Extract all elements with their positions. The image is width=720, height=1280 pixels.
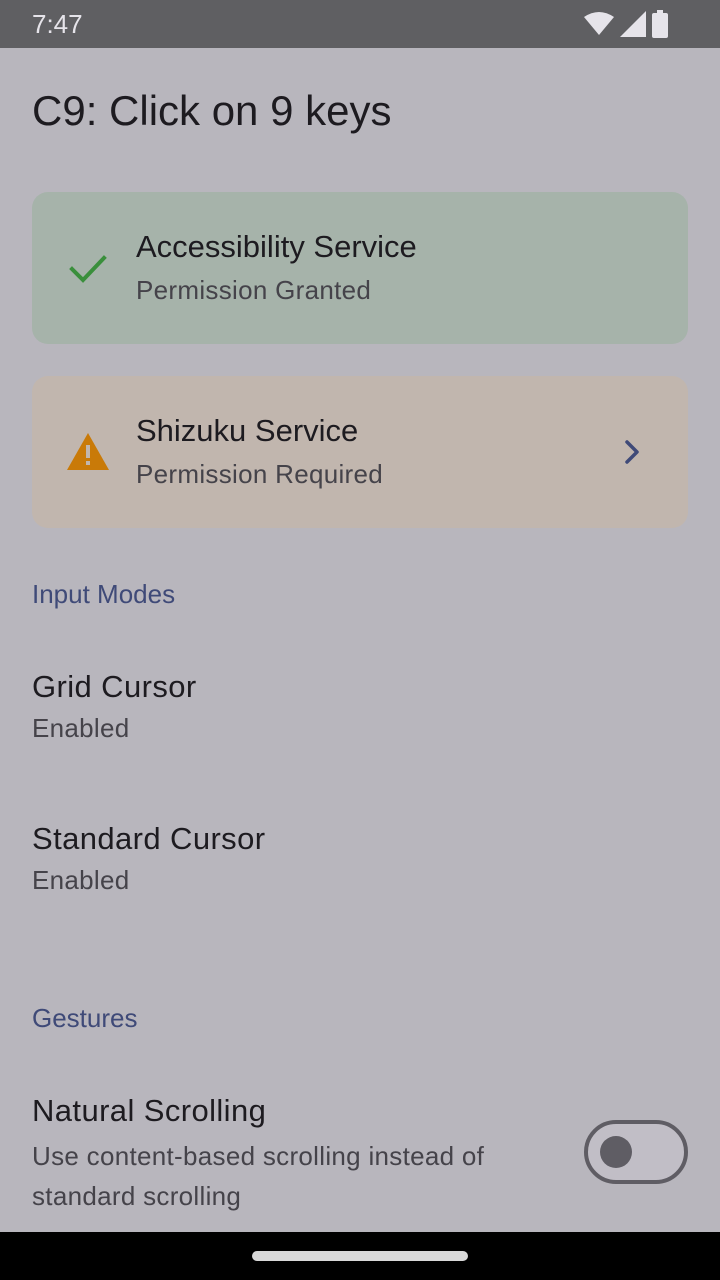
cellular-signal-icon	[620, 11, 646, 37]
shizuku-service-card[interactable]: Shizuku Service Permission Required	[32, 376, 688, 528]
home-gesture-handle[interactable]	[252, 1251, 468, 1261]
accessibility-service-card[interactable]: Accessibility Service Permission Granted	[32, 192, 688, 344]
wifi-icon	[584, 12, 614, 35]
chevron-right-icon[interactable]	[616, 436, 648, 468]
shizuku-service-title: Shizuku Service	[136, 413, 359, 448]
status-icons	[584, 10, 668, 38]
setting-subtitle: Enabled	[32, 865, 130, 895]
natural-scrolling-toggle[interactable]	[584, 1120, 688, 1184]
accessibility-service-status: Permission Granted	[136, 275, 372, 305]
page-title: C9: Click on 9 keys	[32, 87, 392, 134]
setting-grid-cursor[interactable]: Grid Cursor Enabled	[0, 668, 720, 768]
status-time: 7:47	[32, 9, 83, 39]
setting-title: Grid Cursor	[32, 669, 197, 704]
section-header-gestures: Gestures	[32, 1003, 138, 1033]
setting-title: Standard Cursor	[32, 821, 266, 856]
toggle-thumb	[600, 1136, 632, 1168]
status-bar: 7:47	[0, 0, 720, 48]
navigation-bar	[0, 1232, 720, 1280]
setting-description: Use content-based scrolling instead of s…	[32, 1141, 485, 1211]
battery-icon	[652, 10, 668, 38]
setting-standard-cursor[interactable]: Standard Cursor Enabled	[0, 820, 720, 920]
section-header-input-modes: Input Modes	[32, 579, 176, 609]
warning-icon	[67, 433, 109, 470]
check-icon	[69, 255, 107, 283]
setting-subtitle: Enabled	[32, 713, 130, 743]
shizuku-service-status: Permission Required	[136, 459, 384, 489]
accessibility-service-title: Accessibility Service	[136, 229, 417, 264]
setting-title: Natural Scrolling	[32, 1093, 267, 1128]
